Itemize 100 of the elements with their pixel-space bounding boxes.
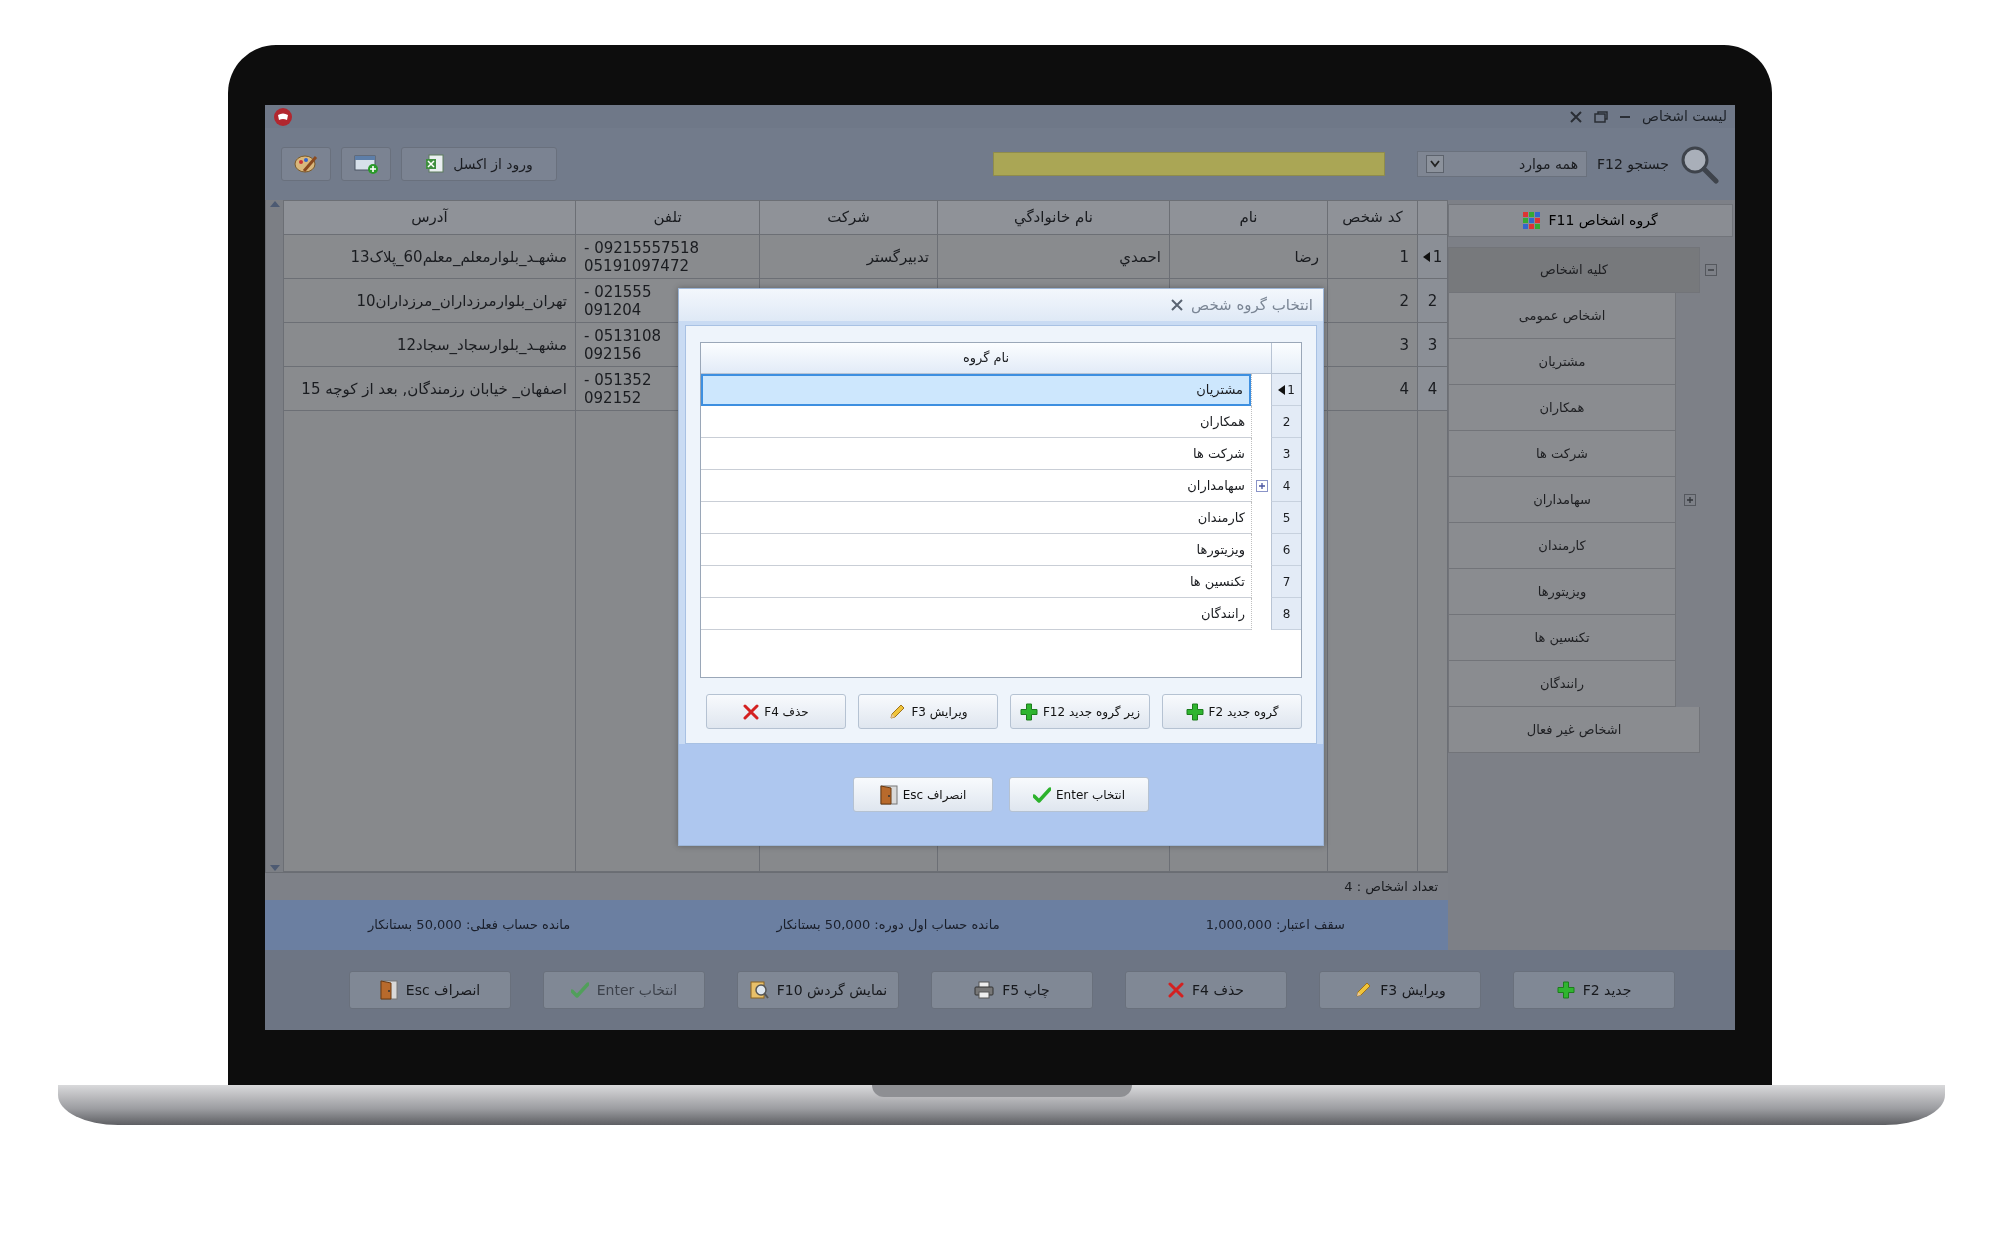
action-button[interactable]: حذف F4 [1125,971,1287,1009]
chevron-down-icon [1430,160,1441,168]
row-indicator[interactable]: 2 [1417,278,1448,323]
dialog-button[interactable]: انصراف Esc [853,777,993,812]
row-indicator[interactable]: 4 [1271,470,1301,502]
tree-item[interactable]: اشخاص عمومی [1448,293,1676,339]
tree-item[interactable]: سهامداران [1448,477,1676,523]
table-cell: رضا [1169,234,1328,279]
table-cell: اصفهان_ خیابان رزمندگان, بعد از کوچه 15 [283,366,576,411]
window-add-icon [354,154,378,174]
group-row[interactable]: رانندگان [701,598,1251,630]
row-indicator[interactable]: 2 [1271,406,1301,438]
action-button[interactable]: جدید F2 [1513,971,1675,1009]
expand-icon[interactable] [1684,494,1696,506]
table-cell: مشهـد_بلوارمعلم_معلم60_پلاک13 [283,234,576,279]
spreadsheet-icon [425,154,446,174]
scope-dropdown[interactable]: همه موارد [1417,151,1588,177]
color-grid-icon [1523,212,1541,229]
dialog-tool-button[interactable]: زیر گروه جدید F12 [1010,694,1150,729]
cross-icon [1168,982,1185,998]
search-field[interactable] [993,152,1386,176]
door-icon [379,980,398,1000]
group-row[interactable]: مشتریان [701,374,1251,406]
row-indicator[interactable]: 6 [1271,534,1301,566]
tree-item[interactable]: ویزیتورها [1448,569,1676,615]
import-excel-button[interactable]: ورود از اکسل [401,147,557,181]
palette-brush-icon [294,153,318,175]
row-indicator[interactable]: 8 [1271,598,1301,630]
window-add-button[interactable] [341,147,391,181]
current-row-arrow-icon [1422,252,1430,262]
column-header[interactable]: شرکت [759,200,938,235]
pencil-icon [1354,981,1373,999]
dialog-tool-button[interactable]: ویرایش F3 [858,694,998,729]
app-logo-icon [273,106,293,127]
account-info: مانده حساب فعلی: 50,000 بستانکار [368,916,571,935]
group-filter-button[interactable]: گروه اشخاص F11 [1448,204,1733,237]
table-cell: تهران_بلوارمرزداران_مرزداران10 [283,278,576,323]
group-row[interactable]: ویزیتورها [701,534,1251,566]
plus-icon [1019,702,1038,721]
dialog-tool-button[interactable]: گروه جدید F2 [1162,694,1302,729]
account-info: سقف اعتبار: 1,000,000 [1205,916,1345,935]
column-header[interactable]: تلفن [575,200,760,235]
row-indicator[interactable]: 3 [1271,438,1301,470]
door-icon [879,784,898,805]
palette-button[interactable] [281,147,331,181]
group-row[interactable]: شرکت ها [701,438,1251,470]
row-indicator[interactable]: 1 [1271,374,1301,406]
pencil-icon [888,702,907,721]
magnifier-document-icon [748,980,769,1000]
dialog-button[interactable]: انتخاب Enter [1009,777,1149,812]
window-title: لیست اشخاص [1641,107,1727,127]
action-button[interactable]: انصراف Esc [349,971,511,1009]
vertical-scrollbar[interactable] [265,200,283,872]
plus-icon [1556,981,1575,999]
group-row[interactable]: کارمندان [701,502,1251,534]
group-row[interactable]: همکاران [701,406,1251,438]
tree-item[interactable]: همکاران [1448,385,1676,431]
dialog-tool-button[interactable]: حذف F4 [706,694,846,729]
close-icon [1569,110,1582,123]
tree-item[interactable]: رانندگان [1448,661,1676,707]
column-header[interactable]: نام گروه [701,343,1271,373]
action-button[interactable]: ویرایش F3 [1319,971,1481,1009]
action-button[interactable]: چاپ F5 [931,971,1093,1009]
search-label: جستجو F12 [1597,154,1669,175]
tree-item[interactable]: کلیه اشخاص [1448,247,1700,293]
account-info: مانده حساب اول دوره: 50,000 بستانکار [776,916,1000,935]
minimize-icon [1619,115,1630,118]
table-cell: 3 [1327,322,1418,367]
row-indicator[interactable]: 4 [1417,366,1448,411]
table-cell: 09215557518 - 05191097472 [575,234,760,279]
group-row[interactable]: سهامداران [701,470,1251,502]
table-cell: 4 [1327,366,1418,411]
tree-item[interactable]: شرکت ها [1448,431,1676,477]
tree-item[interactable]: مشتریان [1448,339,1676,385]
printer-icon [974,981,995,999]
current-row-arrow-icon [1278,384,1286,395]
column-header[interactable]: کد شخص [1327,200,1418,235]
table-cell: مشهـد_بلوارسجاد_سجاد12 [283,322,576,367]
row-indicator[interactable]: 7 [1271,566,1301,598]
collapse-icon[interactable] [1705,264,1717,276]
row-indicator[interactable]: 3 [1417,322,1448,367]
expand-icon[interactable] [1255,480,1268,492]
check-icon [1033,786,1051,803]
restore-icon [1593,110,1608,123]
column-header[interactable]: نام [1169,200,1328,235]
row-indicator[interactable]: 5 [1271,502,1301,534]
row-indicator[interactable]: 1 [1417,234,1448,279]
table-cell: احمدي [937,234,1170,279]
tree-item[interactable]: اشخاص غیر فعال [1448,707,1700,753]
action-button[interactable]: نمایش گردش F10 [737,971,899,1009]
dialog-title: انتخاب گروه شخص [1191,294,1313,316]
table-cell: تدبیرگستر [759,234,938,279]
close-icon[interactable] [1171,299,1184,311]
column-header[interactable]: آدرس [283,200,576,235]
group-row[interactable]: تکنسین ها [701,566,1251,598]
tree-item[interactable]: کارمندان [1448,523,1676,569]
column-header[interactable]: نام خانوادگي [937,200,1170,235]
table-cell: 1 [1327,234,1418,279]
tree-item[interactable]: تکنسین ها [1448,615,1676,661]
check-icon [570,982,589,998]
